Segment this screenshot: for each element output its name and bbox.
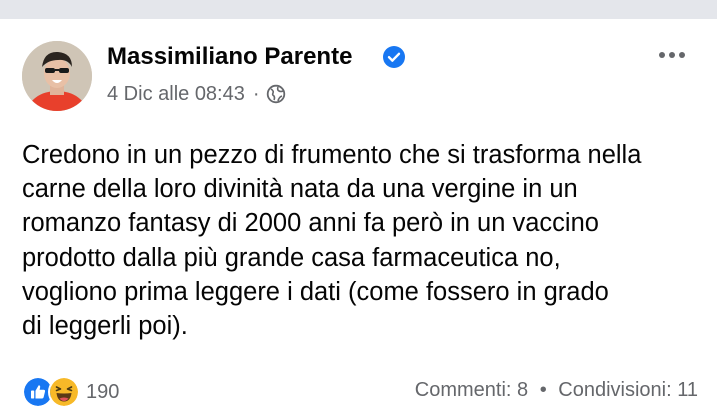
meta-separator: ·: [252, 83, 260, 105]
more-options-button[interactable]: [652, 45, 692, 65]
globe-icon: [266, 84, 285, 104]
post-timestamp[interactable]: 4 Dic alle 08:43: [107, 82, 245, 106]
engagement-stats: Commenti: 8 • Condivisioni: 11: [415, 378, 698, 402]
top-strip: [0, 0, 717, 19]
stats-separator: •: [539, 379, 547, 401]
more-dot-icon: [679, 52, 685, 58]
post-meta: 4 Dic alle 08:43 ·: [107, 82, 286, 106]
reaction-count: 190: [86, 381, 120, 403]
reactions-summary[interactable]: 190: [22, 376, 119, 408]
author-name[interactable]: Massimiliano Parente: [107, 43, 352, 71]
comments-count[interactable]: Commenti: 8: [415, 379, 528, 401]
avatar[interactable]: [22, 41, 92, 111]
verified-badge-icon: [383, 46, 405, 68]
haha-icon: [48, 376, 80, 408]
more-dot-icon: [659, 52, 665, 58]
more-dot-icon: [669, 52, 675, 58]
post-card: Massimiliano Parente 4 Dic alle 08:43 · …: [0, 19, 717, 420]
post-text: Credono in un pezzo di frumento che si t…: [22, 141, 642, 341]
shares-count[interactable]: Condivisioni: 11: [558, 379, 698, 401]
